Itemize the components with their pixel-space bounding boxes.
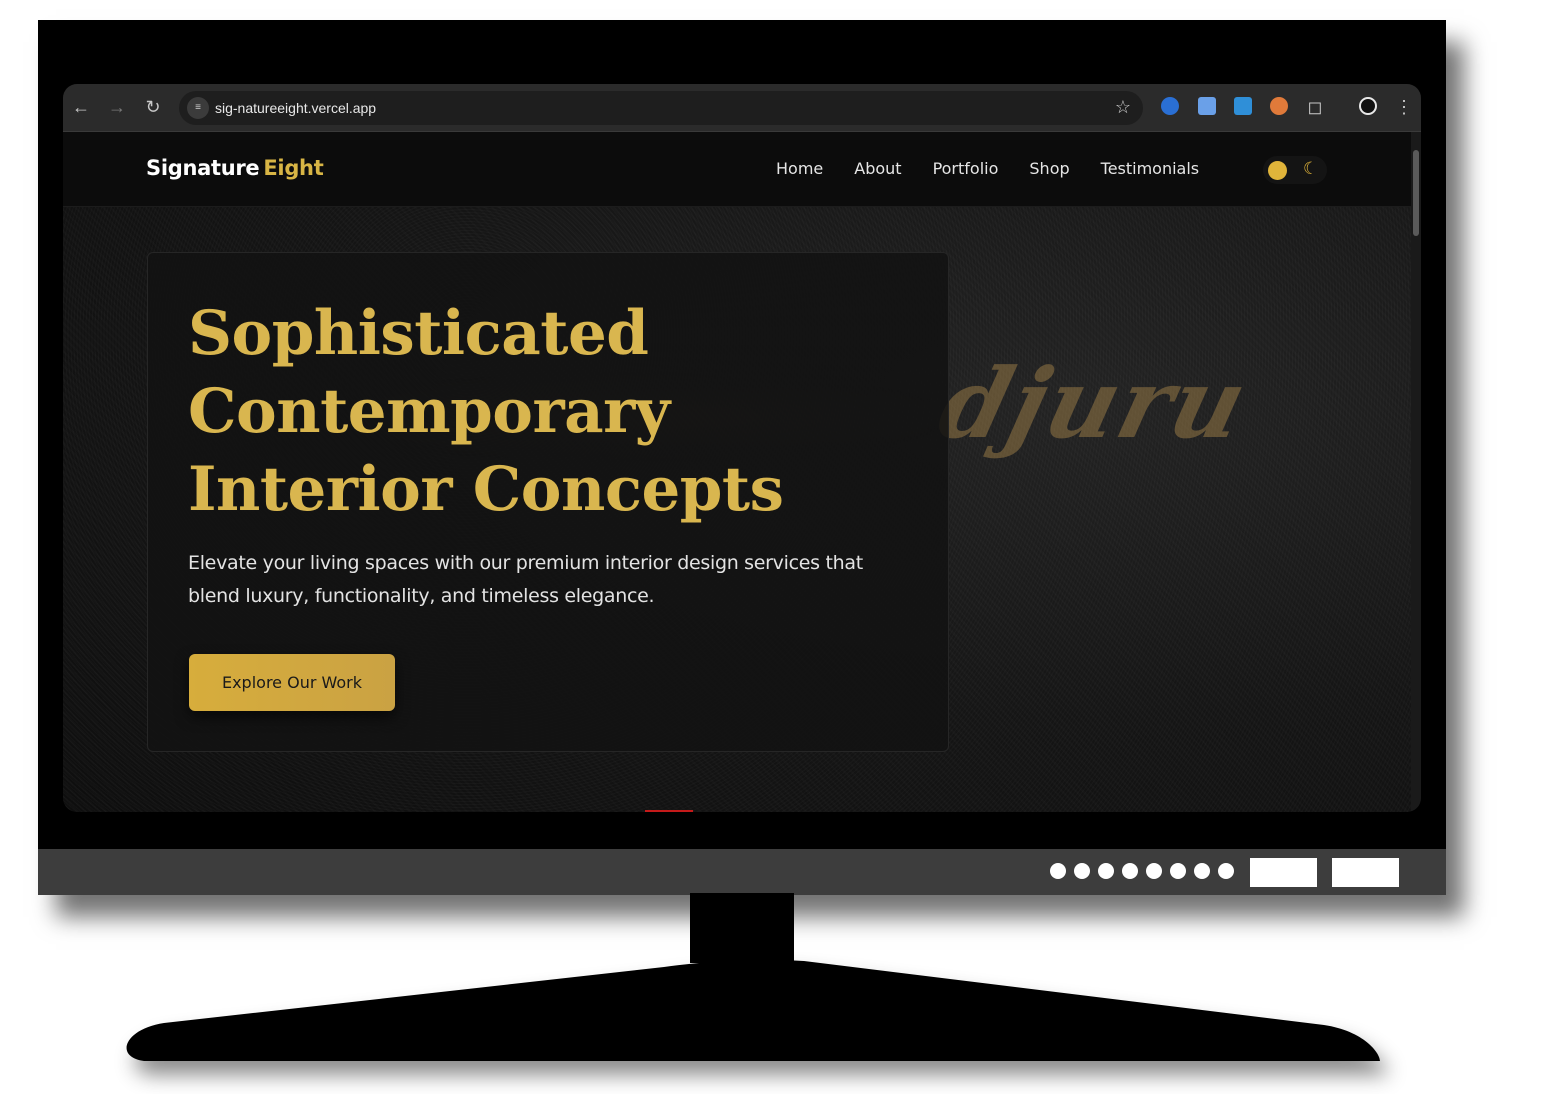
indicator-dot xyxy=(1122,863,1138,879)
indicator-dot xyxy=(1074,863,1090,879)
scrollbar[interactable] xyxy=(1411,132,1421,812)
site-logo[interactable]: Signature Eight xyxy=(146,156,324,180)
main-menu: Home About Portfolio Shop Testimonials xyxy=(776,159,1199,178)
monitor-bezel xyxy=(38,849,1446,895)
scrollbar-thumb[interactable] xyxy=(1413,150,1419,236)
forward-icon[interactable]: → xyxy=(106,96,128,118)
extension-icon[interactable] xyxy=(1234,97,1252,115)
puzzle-icon[interactable]: ◻ xyxy=(1304,96,1326,118)
background-script-text: djuru xyxy=(928,347,1260,460)
explore-work-button[interactable]: Explore Our Work xyxy=(189,654,395,711)
browser-toolbar: ← → ↻ ≡ sig-natureeight.vercel.app ☆ ◻ ⋮ xyxy=(63,84,1421,132)
sun-icon xyxy=(1268,161,1287,180)
nav-link-about[interactable]: About xyxy=(854,159,901,178)
extension-icon[interactable] xyxy=(1270,97,1288,115)
menu-icon[interactable]: ⋮ xyxy=(1393,96,1415,118)
site-navbar: Signature Eight Home About Portfolio Shop… xyxy=(63,132,1411,207)
indicator-dot xyxy=(1050,863,1066,879)
indicator-dot xyxy=(1194,863,1210,879)
logo-text-accent: Eight xyxy=(263,156,324,180)
reload-icon[interactable]: ↻ xyxy=(142,96,164,118)
monitor-stand xyxy=(126,959,1381,1061)
extension-icon[interactable] xyxy=(1161,97,1179,115)
url-text: sig-natureeight.vercel.app xyxy=(215,100,377,116)
progress-indicator xyxy=(645,810,693,812)
nav-link-portfolio[interactable]: Portfolio xyxy=(933,159,999,178)
back-icon[interactable]: ← xyxy=(70,96,92,118)
site-info-icon[interactable]: ≡ xyxy=(187,97,209,119)
hero-title: Sophisticated Contemporary Interior Conc… xyxy=(188,298,784,525)
indicator-dot xyxy=(1098,863,1114,879)
bezel-button xyxy=(1250,858,1317,887)
web-page: djuru Signature Eight Home About Portfoli… xyxy=(63,132,1411,812)
moon-icon: ☾ xyxy=(1303,159,1319,178)
nav-link-testimonials[interactable]: Testimonials xyxy=(1101,159,1200,178)
bezel-button xyxy=(1332,858,1399,887)
hero-card: Sophisticated Contemporary Interior Conc… xyxy=(147,252,949,752)
indicator-dot xyxy=(1170,863,1186,879)
bookmark-star-icon[interactable]: ☆ xyxy=(1115,97,1131,118)
bezel-indicator-dots xyxy=(1050,863,1234,879)
theme-toggle[interactable]: ☾ xyxy=(1263,156,1327,184)
nav-link-home[interactable]: Home xyxy=(776,159,823,178)
nav-link-shop[interactable]: Shop xyxy=(1029,159,1069,178)
browser-window: ← → ↻ ≡ sig-natureeight.vercel.app ☆ ◻ ⋮… xyxy=(63,84,1421,812)
indicator-dot xyxy=(1146,863,1162,879)
profile-icon[interactable] xyxy=(1359,97,1377,115)
indicator-dot xyxy=(1218,863,1234,879)
logo-text-primary: Signature xyxy=(146,156,260,180)
extension-icon[interactable] xyxy=(1198,97,1216,115)
hero-description: Elevate your living spaces with our prem… xyxy=(188,552,863,607)
address-bar[interactable]: ≡ sig-natureeight.vercel.app ☆ xyxy=(179,91,1143,125)
